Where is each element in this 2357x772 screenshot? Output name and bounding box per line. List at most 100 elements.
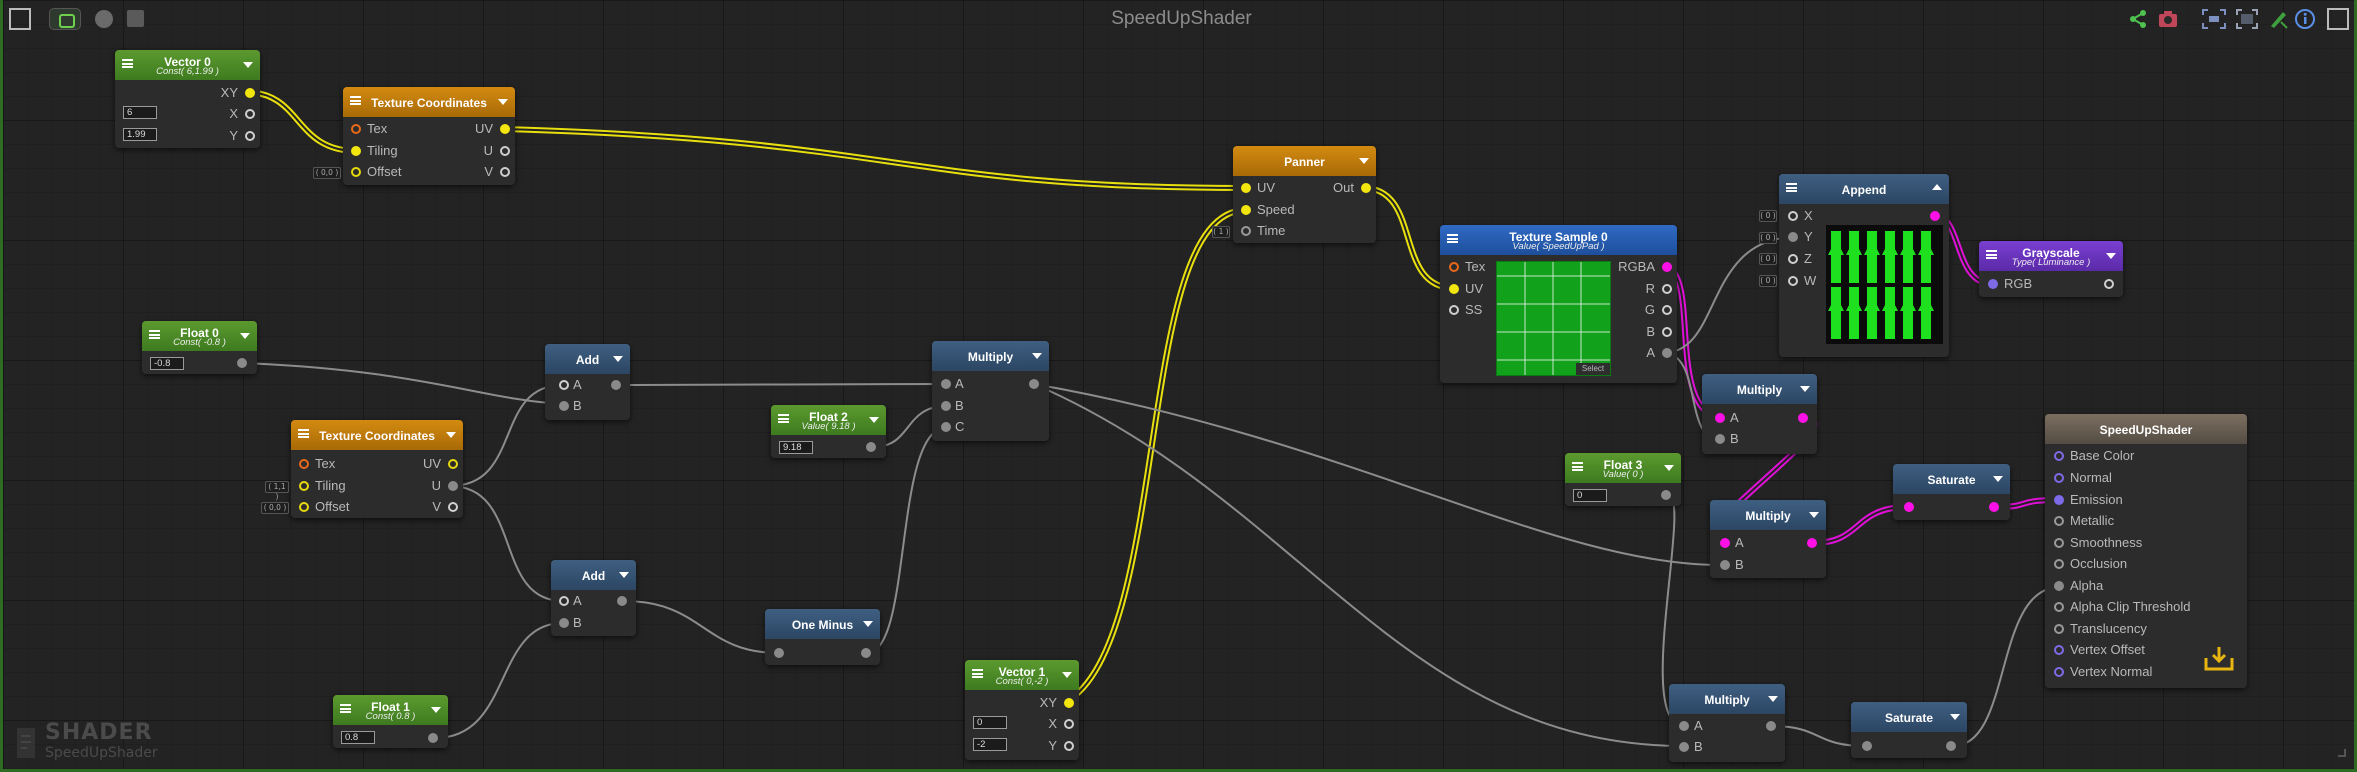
output-port[interactable] <box>617 596 627 606</box>
dropdown-icon[interactable] <box>2106 253 2116 259</box>
dropdown-icon[interactable] <box>431 707 441 713</box>
collapse-icon[interactable] <box>1932 184 1942 190</box>
output-port[interactable] <box>245 131 255 141</box>
input-port[interactable] <box>941 401 951 411</box>
input-port[interactable] <box>299 502 309 512</box>
output-port[interactable] <box>1661 490 1671 500</box>
input-port[interactable] <box>2054 516 2064 526</box>
node-vector0[interactable]: Vector 0 Const( 6,1.99 ) XY 6 X 1.99 Y <box>115 50 260 148</box>
input-port[interactable] <box>774 648 784 658</box>
output-port[interactable] <box>1064 698 1074 708</box>
input-port[interactable] <box>1720 538 1730 548</box>
share-icon[interactable] <box>2127 8 2149 30</box>
input-port[interactable] <box>1788 254 1798 264</box>
input-port[interactable] <box>559 596 569 606</box>
input-port[interactable] <box>2054 624 2064 634</box>
node-multiply[interactable]: Multiply A B <box>1669 684 1785 762</box>
output-port[interactable] <box>1989 502 1999 512</box>
default-value-tag[interactable]: ( 1 ) <box>1212 226 1230 238</box>
input-port[interactable] <box>1904 502 1914 512</box>
node-float2[interactable]: Float 2 Value( 9.18 ) 9.18 <box>771 405 886 458</box>
input-port[interactable] <box>2054 602 2064 612</box>
dropdown-icon[interactable] <box>240 333 250 339</box>
x-value-field[interactable]: 0 <box>973 716 1007 729</box>
value-field[interactable]: 0.8 <box>341 731 375 744</box>
node-append[interactable]: Append X Y Z W <box>1779 174 1949 357</box>
input-port[interactable] <box>559 380 569 390</box>
node-grayscale[interactable]: Grayscale Type( Luminance ) RGB <box>1979 241 2123 297</box>
frame-icon[interactable] <box>2235 8 2258 30</box>
camera-icon[interactable] <box>2157 8 2179 30</box>
input-port[interactable] <box>559 401 569 411</box>
output-port[interactable] <box>448 481 458 491</box>
input-port[interactable] <box>1788 232 1798 242</box>
output-port[interactable] <box>1807 538 1817 548</box>
node-texture-coordinates[interactable]: Texture Coordinates Tex Tiling Offset UV… <box>291 420 463 518</box>
input-port[interactable] <box>299 481 309 491</box>
input-port[interactable] <box>941 379 951 389</box>
dropdown-icon[interactable] <box>243 62 253 68</box>
output-port[interactable] <box>245 88 255 98</box>
output-port[interactable] <box>245 109 255 119</box>
dropdown-icon[interactable] <box>1993 476 2003 482</box>
value-field[interactable]: 0 <box>1573 489 1607 502</box>
info-icon[interactable] <box>2294 8 2316 30</box>
dropdown-icon[interactable] <box>1768 696 1778 702</box>
input-port[interactable] <box>2054 667 2064 677</box>
node-texture-sample[interactable]: Texture Sample 0 Value( SpeedUpPad ) Tex… <box>1440 225 1677 383</box>
dropdown-icon[interactable] <box>863 621 873 627</box>
output-port[interactable] <box>861 648 871 658</box>
node-saturate[interactable]: Saturate <box>1893 464 2010 520</box>
node-saturate[interactable]: Saturate <box>1851 702 1967 758</box>
resize-handle[interactable] <box>2338 749 2346 757</box>
value-field[interactable]: -0.8 <box>150 357 184 370</box>
input-port[interactable] <box>2054 581 2064 591</box>
input-port[interactable] <box>351 124 361 134</box>
output-port[interactable] <box>500 167 510 177</box>
input-port[interactable] <box>2054 559 2064 569</box>
default-value-tag[interactable]: ( 0 ) <box>1759 210 1777 222</box>
input-port[interactable] <box>1679 721 1689 731</box>
output-port[interactable] <box>1946 741 1956 751</box>
default-value-tag[interactable]: ( 0,0 ) <box>261 502 289 514</box>
dropdown-icon[interactable] <box>1950 714 1960 720</box>
dropdown-icon[interactable] <box>613 356 623 362</box>
node-add[interactable]: Add A B <box>545 344 630 420</box>
input-port[interactable] <box>2054 473 2064 483</box>
node-master-output[interactable]: SpeedUpShader Base Color Normal Emission… <box>2045 414 2247 688</box>
input-port[interactable] <box>1715 434 1725 444</box>
dropdown-icon[interactable] <box>869 417 879 423</box>
input-port[interactable] <box>351 146 361 156</box>
output-port[interactable] <box>237 358 247 368</box>
input-port[interactable] <box>299 459 309 469</box>
dropdown-icon[interactable] <box>1062 672 1072 678</box>
texture-preview[interactable]: Select <box>1496 261 1611 376</box>
default-value-tag[interactable]: ( 0 ) <box>1759 275 1777 287</box>
input-port[interactable] <box>559 618 569 628</box>
dropdown-icon[interactable] <box>1664 465 1674 471</box>
node-multiply[interactable]: Multiply A B <box>1702 374 1817 454</box>
output-port[interactable] <box>500 146 510 156</box>
node-graph-canvas[interactable]: SpeedUpShader Vector 0 Const( 6,1.99 ) X… <box>0 0 2357 772</box>
node-multiply[interactable]: Multiply A B <box>1710 500 1826 578</box>
input-port[interactable] <box>1720 560 1730 570</box>
input-port[interactable] <box>351 167 361 177</box>
output-port[interactable] <box>1662 284 1672 294</box>
default-value-tag[interactable]: ( 0,0 ) <box>313 167 341 179</box>
maximize-icon[interactable] <box>2327 8 2349 30</box>
input-port[interactable] <box>2054 451 2064 461</box>
output-port[interactable] <box>1361 183 1371 193</box>
y-value-field[interactable]: 1.99 <box>123 128 157 141</box>
cleanup-icon[interactable] <box>2267 8 2289 30</box>
output-port[interactable] <box>1064 741 1074 751</box>
input-port[interactable] <box>1715 413 1725 423</box>
output-port[interactable] <box>448 502 458 512</box>
input-port[interactable] <box>1241 183 1251 193</box>
dropdown-icon[interactable] <box>1359 158 1369 164</box>
output-port[interactable] <box>428 733 438 743</box>
value-field[interactable]: 9.18 <box>779 441 813 454</box>
input-port[interactable] <box>1679 742 1689 752</box>
output-port[interactable] <box>1064 719 1074 729</box>
node-float1[interactable]: Float 1 Const( 0.8 ) 0.8 <box>333 695 448 748</box>
node-float0[interactable]: Float 0 Const( -0.8 ) -0.8 <box>142 321 257 374</box>
